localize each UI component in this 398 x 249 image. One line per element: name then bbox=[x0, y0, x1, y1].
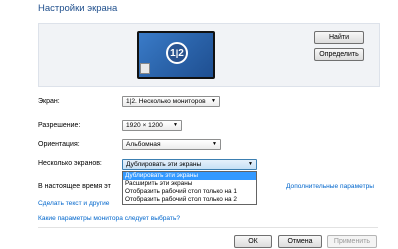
chevron-down-icon: ▼ bbox=[212, 141, 217, 147]
dropdown-option-extend[interactable]: Расширить эти экраны bbox=[123, 180, 256, 188]
orientation-select[interactable]: Альбомная ▼ bbox=[122, 139, 221, 150]
text-size-link[interactable]: Сделать текст и другие bbox=[38, 200, 122, 207]
display-select-value: 1|2. Несколько мониторов bbox=[126, 98, 206, 105]
orientation-label: Ориентация: bbox=[38, 141, 80, 148]
display-select[interactable]: 1|2. Несколько мониторов ▼ bbox=[122, 96, 220, 107]
multiple-displays-label: Несколько экранов: bbox=[38, 160, 102, 167]
badge-number-2: 2 bbox=[178, 48, 184, 59]
resolution-select-value: 1920 × 1200 bbox=[126, 122, 163, 129]
multiple-displays-select-value: Дублировать эти экраны bbox=[126, 161, 202, 168]
multiple-displays-select[interactable]: Дублировать эти экраны ▼ bbox=[122, 159, 257, 170]
computer-icon bbox=[140, 63, 150, 74]
resolution-select[interactable]: 1920 × 1200 ▼ bbox=[122, 120, 182, 131]
footer-divider bbox=[38, 227, 378, 228]
apply-button[interactable]: Применить bbox=[327, 235, 377, 248]
current-display-text: В настоящее время эт bbox=[38, 183, 111, 190]
display-label: Экран: bbox=[38, 98, 60, 105]
page-title: Настройки экрана bbox=[38, 3, 118, 14]
resolution-label: Разрешение: bbox=[38, 122, 81, 129]
multiple-displays-dropdown: Дублировать эти экраны Расширить эти экр… bbox=[122, 171, 257, 205]
chevron-down-icon: ▼ bbox=[173, 122, 178, 128]
cancel-button[interactable]: Отмена bbox=[278, 235, 322, 248]
monitor-number-badge: 1|2 bbox=[166, 42, 188, 64]
dropdown-option-duplicate[interactable]: Дублировать эти экраны bbox=[123, 172, 256, 180]
chevron-down-icon: ▼ bbox=[248, 161, 253, 167]
identify-button[interactable]: Определить bbox=[314, 48, 364, 61]
dropdown-option-only-2[interactable]: Отобразить рабочий стол только на 2 bbox=[123, 196, 256, 204]
monitor-settings-help-link[interactable]: Какие параметры монитора следует выбрать… bbox=[38, 215, 180, 222]
orientation-select-value: Альбомная bbox=[126, 141, 161, 148]
advanced-settings-link[interactable]: Дополнительные параметры bbox=[286, 183, 374, 190]
ok-button[interactable]: ОК bbox=[234, 235, 272, 248]
detect-button[interactable]: Найти bbox=[314, 31, 364, 44]
dropdown-option-only-1[interactable]: Отобразить рабочий стол только на 1 bbox=[123, 188, 256, 196]
chevron-down-icon: ▼ bbox=[211, 98, 216, 104]
